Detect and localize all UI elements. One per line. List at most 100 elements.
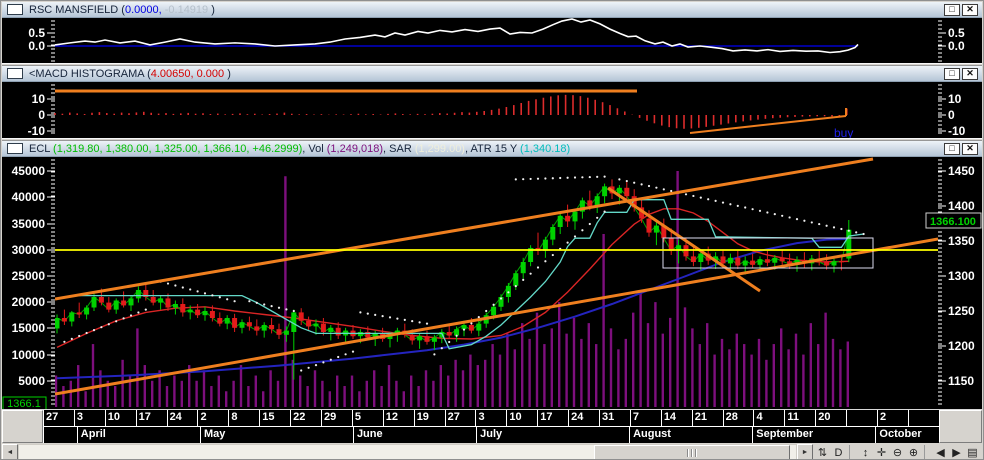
axis-label: 1450 bbox=[948, 164, 975, 178]
axis-label: 15000 bbox=[12, 321, 46, 335]
axis-label: 20000 bbox=[12, 295, 46, 309]
maximize-icon[interactable]: □ bbox=[944, 67, 960, 80]
axis-label: 25000 bbox=[12, 269, 46, 283]
axis-label: 0.0 bbox=[948, 39, 965, 53]
close-icon[interactable]: ✕ bbox=[962, 3, 978, 16]
panel-checkbox-icon[interactable] bbox=[7, 143, 23, 154]
macd-chart[interactable]: 10 0 -10 10 0 -10 buy bbox=[2, 82, 982, 138]
axis-label: 1350 bbox=[948, 234, 975, 248]
axis-label: 0 bbox=[38, 108, 45, 122]
week-label: 21 bbox=[691, 410, 723, 426]
date-axis-right-corner bbox=[939, 410, 982, 443]
scrollbar-right-arrow-icon[interactable]: ► bbox=[797, 444, 813, 459]
bottom-bar: ◄ ► ⇅ D ↕ ✛ ⊖ ⊕ ◀ ▶ ▤ bbox=[2, 444, 982, 459]
maximize-icon[interactable]: □ bbox=[944, 142, 960, 155]
week-label: 2 bbox=[877, 410, 908, 426]
month-label: June bbox=[352, 427, 476, 443]
week-label: 15 bbox=[259, 410, 290, 426]
axis-label: 1400 bbox=[948, 199, 975, 213]
refresh-icon[interactable]: ⇅ bbox=[815, 445, 830, 459]
week-label: 17 bbox=[537, 410, 568, 426]
title-segment: ) bbox=[224, 67, 231, 80]
week-label: 24 bbox=[166, 410, 198, 426]
axis-label: 1250 bbox=[948, 304, 975, 318]
axis-label: 30000 bbox=[12, 243, 46, 257]
rsc-panel-title: RSC MANSFIELD (0.0000, -0.14919 ) bbox=[29, 4, 944, 16]
week-label: 10 bbox=[506, 410, 537, 426]
month-label: April bbox=[76, 427, 200, 443]
price-panel-title: ECL (1,319.80, 1,380.00, 1,325.00, 1,366… bbox=[29, 143, 944, 155]
title-segment: RSC MANSFIELD ( bbox=[29, 3, 125, 16]
week-label: 12 bbox=[382, 410, 414, 426]
week-label: 31 bbox=[599, 410, 630, 426]
axis-label: -10 bbox=[28, 124, 46, 138]
title-segment: (1,340.18) bbox=[520, 142, 571, 155]
panel-checkbox-icon[interactable] bbox=[7, 68, 23, 79]
title-segment: ) bbox=[208, 3, 215, 16]
scrollbar-left-arrow-icon[interactable]: ◄ bbox=[2, 444, 18, 459]
title-segment: -0.14919 bbox=[164, 3, 209, 16]
scrollbar-track[interactable] bbox=[18, 444, 797, 459]
month-label: September bbox=[752, 427, 875, 443]
macd-titlebar[interactable]: <MACD HISTOGRAMA (4.00650, 0.000 ) □ ✕ bbox=[2, 66, 982, 82]
vertical-scale-icon[interactable]: ↕ bbox=[858, 445, 873, 459]
week-label: 20 bbox=[815, 410, 846, 426]
title-segment: (1,299.00) bbox=[414, 142, 465, 155]
week-label: 27 bbox=[43, 410, 74, 426]
axis-label: 0.0 bbox=[28, 39, 45, 53]
rsc-titlebar[interactable]: RSC MANSFIELD (0.0000, -0.14919 ) □ ✕ bbox=[2, 2, 982, 18]
title-segment: ECL bbox=[29, 142, 54, 155]
title-segment: (1,319.80, 1,380.00, 1,325.00, 1,366.10,… bbox=[53, 142, 303, 155]
month-label: August bbox=[629, 427, 752, 443]
daily-periodicity-icon[interactable]: D bbox=[831, 445, 846, 459]
chart-toolbar: ⇅ D ↕ ✛ ⊖ ⊕ ◀ ▶ ▤ bbox=[813, 444, 982, 459]
layout-icon[interactable]: ▤ bbox=[965, 445, 980, 459]
scrollbar-thumb[interactable] bbox=[593, 445, 791, 459]
week-label: 7 bbox=[629, 410, 661, 426]
week-label: 11 bbox=[784, 410, 815, 426]
crosshair-icon[interactable]: ✛ bbox=[874, 445, 889, 459]
week-label: 19 bbox=[413, 410, 445, 426]
axis-label: 5000 bbox=[18, 374, 45, 388]
maximize-icon[interactable]: □ bbox=[944, 3, 960, 16]
month-label: October bbox=[875, 427, 939, 443]
month-label: July bbox=[476, 427, 629, 443]
axis-label: 10 bbox=[32, 92, 46, 106]
title-segment: , SAR bbox=[383, 142, 415, 155]
week-label: 22 bbox=[290, 410, 321, 426]
panel-checkbox-icon[interactable] bbox=[7, 4, 23, 15]
month-labels-row: April May June July August September October bbox=[43, 427, 939, 443]
title-segment: 4.00650, 0.000 bbox=[150, 67, 225, 80]
close-icon[interactable]: ✕ bbox=[962, 142, 978, 155]
axis-label: 0.5 bbox=[948, 26, 965, 40]
title-segment: , ATR 15 Y bbox=[464, 142, 521, 155]
title-segment: <MACD HISTOGRAMA ( bbox=[29, 67, 151, 80]
price-chart[interactable]: 45000 40000 35000 30000 25000 20000 15000 10000… bbox=[2, 157, 982, 409]
week-label: 17 bbox=[135, 410, 167, 426]
title-segment: 0.0000, bbox=[124, 3, 162, 16]
axis-label: 10 bbox=[948, 92, 962, 106]
scroll-prev-icon[interactable]: ◀ bbox=[933, 445, 948, 459]
axis-label: 45000 bbox=[12, 164, 46, 178]
axis-label: 35000 bbox=[12, 217, 46, 231]
date-axis: 27 3 10 17 24 2 8 15 22 29 5 12 19 27 3 10 17 24 31 7 14 21 28… bbox=[2, 409, 982, 443]
week-label: 28 bbox=[722, 410, 754, 426]
rsc-chart[interactable]: 0.50.00.50.0 bbox=[2, 18, 982, 63]
month-label bbox=[43, 427, 77, 443]
zoom-in-icon[interactable]: ⊕ bbox=[906, 445, 921, 459]
axis-label: 10000 bbox=[12, 348, 46, 362]
buy-signal-label: buy bbox=[834, 126, 853, 138]
week-label: 8 bbox=[228, 410, 259, 426]
price-titlebar[interactable]: ECL (1,319.80, 1,380.00, 1,325.00, 1,366… bbox=[2, 141, 982, 157]
week-label: 29 bbox=[321, 410, 352, 426]
week-label: 5 bbox=[351, 410, 383, 426]
week-label bbox=[846, 410, 877, 426]
zoom-out-icon[interactable]: ⊖ bbox=[890, 445, 905, 459]
close-icon[interactable]: ✕ bbox=[962, 67, 978, 80]
title-segment: , Vol bbox=[302, 142, 327, 155]
week-label: 3 bbox=[73, 410, 105, 426]
week-label: 2 bbox=[197, 410, 228, 426]
scroll-next-icon[interactable]: ▶ bbox=[949, 445, 964, 459]
date-axis-left-corner bbox=[2, 410, 43, 443]
week-label bbox=[907, 410, 939, 426]
